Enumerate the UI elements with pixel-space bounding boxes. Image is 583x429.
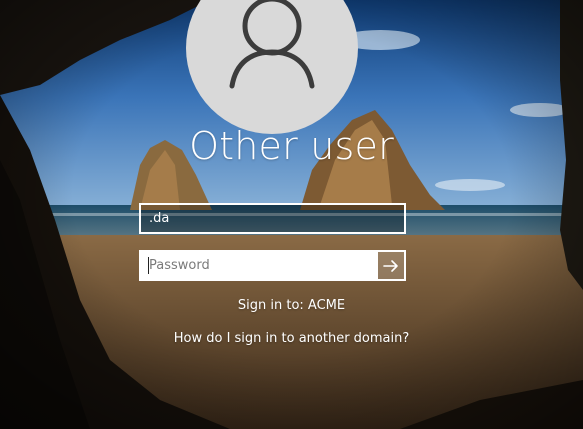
- user-title: Other user: [189, 124, 394, 168]
- other-domain-help-link[interactable]: How do I sign in to another domain?: [0, 331, 583, 346]
- lock-screen: Other user Sign in to: ACME How do I sig…: [0, 0, 583, 429]
- sign-in-domain-label: Sign in to: ACME: [237, 298, 346, 313]
- user-avatar: [186, 0, 358, 134]
- arrow-right-icon: [383, 259, 398, 272]
- submit-button[interactable]: [376, 250, 406, 281]
- password-field[interactable]: [139, 250, 376, 281]
- username-field[interactable]: [139, 203, 406, 234]
- user-silhouette-icon: [229, 0, 315, 89]
- text-cursor: [148, 257, 149, 274]
